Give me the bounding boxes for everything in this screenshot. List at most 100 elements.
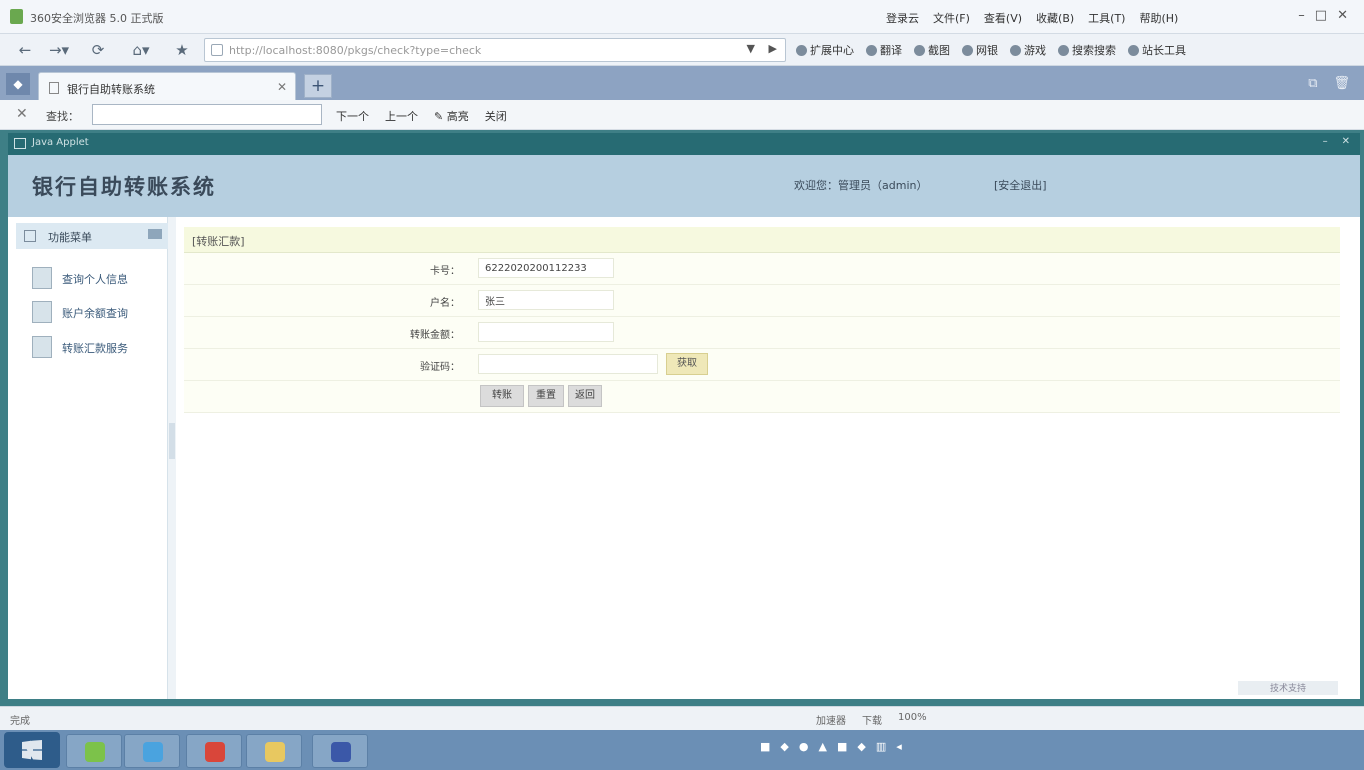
menu-file[interactable]: 文件(F) (933, 10, 970, 26)
forward-arrow-icon[interactable]: →▾ (44, 39, 74, 61)
url-input[interactable] (229, 42, 729, 58)
find-highlight-button[interactable]: ✎ 高亮 (434, 108, 469, 124)
find-input[interactable] (92, 104, 322, 125)
sidebar-item-label: 账户余额查询 (62, 307, 128, 320)
ie-icon (143, 742, 163, 762)
tab-menu-icon[interactable]: ◆ (6, 73, 30, 95)
app-window: Java Applet – ✕ 银行自助转账系统 欢迎您：管理员（admin） … (0, 130, 1364, 706)
card-number-field[interactable] (478, 258, 614, 278)
return-button[interactable]: 返回 (568, 385, 602, 407)
tab-strip-tools: ⧉ 🗑 (1308, 76, 1350, 91)
find-close-button[interactable]: 关闭 (485, 108, 507, 124)
amount-field[interactable] (478, 322, 614, 342)
reset-button[interactable]: 重置 (528, 385, 564, 407)
refresh-icon[interactable]: ⟳ (86, 39, 110, 61)
new-tab-button[interactable]: + (304, 74, 332, 98)
close-icon[interactable]: ✕ (1337, 8, 1348, 23)
document-icon (32, 301, 52, 323)
app-header: 银行自助转账系统 欢迎您：管理员（admin） [安全退出] (8, 155, 1360, 217)
zoom-level[interactable]: 100% (898, 712, 927, 727)
transfer-form: [转账汇款] 卡号： 户名： 转账金额： 验证码： 获取 转账 重置 (184, 227, 1340, 417)
toolbar-extensions[interactable]: 扩展中心 (796, 42, 854, 58)
chevron-down-icon[interactable]: ▼ (747, 42, 755, 55)
taskbar-app-tool[interactable] (312, 734, 368, 768)
toolbar-search[interactable]: 搜索搜索 (1058, 42, 1116, 58)
taskbar-app-media[interactable] (186, 734, 242, 768)
tray-icon[interactable]: ■ (760, 740, 770, 753)
trash-icon[interactable]: 🗑 (1333, 76, 1350, 91)
taskbar-app-360[interactable] (66, 734, 122, 768)
find-bar: ✕ 查找： 下一个 上一个 ✎ 高亮 关闭 (0, 100, 1364, 130)
taskbar-app-folder[interactable] (246, 734, 302, 768)
sidebar-item-balance[interactable]: 账户余额查询 (32, 299, 162, 325)
menu-tools[interactable]: 工具(T) (1088, 10, 1125, 26)
tray-icon[interactable]: ▲ (818, 740, 826, 753)
browser-title-bar: 360安全浏览器 5.0 正式版 登录云 文件(F) 查看(V) 收藏(B) 工… (0, 0, 1364, 34)
card-label: 卡号： (430, 266, 460, 277)
menu-help[interactable]: 帮助(H) (1139, 10, 1178, 26)
go-icon[interactable]: ▶ (769, 42, 777, 55)
taskbar-app-ie[interactable] (124, 734, 180, 768)
toolbar-translate[interactable]: 翻译 (866, 42, 902, 58)
extension-icon (796, 44, 807, 56)
menu-favorites[interactable]: 收藏(B) (1036, 10, 1074, 26)
tray-icon[interactable]: ◆ (780, 740, 788, 753)
toolbar-label: 搜索搜索 (1072, 44, 1116, 57)
tray-icon[interactable]: ● (799, 740, 809, 753)
back-arrow-icon[interactable]: ← (14, 39, 36, 61)
collapse-icon[interactable] (148, 229, 162, 239)
accelerator-status[interactable]: 加速器 (816, 712, 846, 727)
splitter-grip[interactable] (169, 423, 175, 459)
download-status[interactable]: 下载 (862, 712, 882, 727)
restore-tabs-icon[interactable]: ⧉ (1308, 76, 1317, 91)
volume-icon[interactable]: ◂ (896, 740, 902, 753)
menu-login[interactable]: 登录云 (886, 10, 919, 26)
menu-view[interactable]: 查看(V) (984, 10, 1022, 26)
minimize-icon[interactable]: – (1298, 8, 1305, 23)
sidebar-item-label: 查询个人信息 (62, 273, 128, 286)
start-button[interactable] (4, 732, 60, 768)
submit-button[interactable]: 转账 (480, 385, 524, 407)
sidebar-item-personal-info[interactable]: 查询个人信息 (32, 265, 162, 291)
window-controls: – □ ✕ (1298, 8, 1348, 23)
document-icon (32, 336, 52, 358)
pencil-icon: ✎ (434, 110, 444, 123)
form-row-code: 验证码： 获取 (184, 349, 1340, 381)
status-tools: 加速器 下载 100% (816, 712, 927, 727)
verification-code-field[interactable] (478, 354, 658, 374)
tray-icon[interactable]: ◆ (857, 740, 865, 753)
system-tray: ■ ◆ ● ▲ ■ ◆ ▥ ◂ (760, 740, 902, 753)
find-label: 查找： (46, 110, 79, 123)
network-icon[interactable]: ▥ (876, 740, 886, 753)
form-row-card: 卡号： (184, 253, 1340, 285)
app-body: 功能菜单 查询个人信息 账户余额查询 转账汇款服务 [转账汇款] 卡号： 622… (8, 217, 1360, 699)
app-tool-icon (331, 742, 351, 762)
star-icon[interactable]: ★ (170, 39, 194, 61)
sidebar: 功能菜单 查询个人信息 账户余额查询 转账汇款服务 (16, 217, 168, 699)
find-prev-button[interactable]: 上一个 (385, 108, 418, 124)
minimize-icon[interactable]: – (1323, 136, 1328, 147)
tab-close-icon[interactable]: ✕ (277, 80, 287, 94)
find-next-button[interactable]: 下一个 (336, 108, 369, 124)
close-icon[interactable]: ✕ (1342, 136, 1350, 147)
logout-link[interactable]: [安全退出] (994, 177, 1047, 193)
sidebar-splitter[interactable] (168, 217, 176, 699)
home-icon[interactable]: ⌂▾ (124, 39, 158, 61)
find-close-icon[interactable]: ✕ (16, 106, 28, 122)
maximize-icon[interactable]: □ (1315, 8, 1327, 23)
address-bar[interactable]: ▼ ▶ (204, 38, 786, 62)
tab-active[interactable]: 银行自助转账系统 ✕ (38, 72, 296, 100)
toolbar-label: 扩展中心 (810, 44, 854, 57)
toolbar-screenshot[interactable]: 截图 (914, 42, 950, 58)
app-window-title: Java Applet (32, 137, 89, 148)
toolbar-bank[interactable]: 网银 (962, 42, 998, 58)
toolbar-label: 截图 (928, 44, 950, 57)
account-name-field[interactable] (478, 290, 614, 310)
toolbar-webmaster[interactable]: 站长工具 (1128, 42, 1186, 58)
tray-icon[interactable]: ■ (837, 740, 847, 753)
toolbar-games[interactable]: 游戏 (1010, 42, 1046, 58)
sidebar-item-transfer[interactable]: 转账汇款服务 (32, 334, 162, 360)
browser-360-icon (85, 742, 105, 762)
get-code-button[interactable]: 获取 (666, 353, 708, 375)
status-text: 完成 (10, 716, 30, 727)
